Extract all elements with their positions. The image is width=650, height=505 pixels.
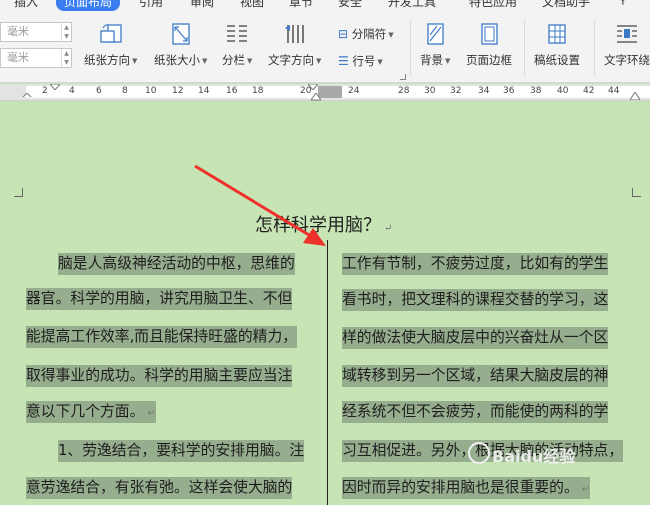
annotation-arrow-icon <box>194 164 326 246</box>
